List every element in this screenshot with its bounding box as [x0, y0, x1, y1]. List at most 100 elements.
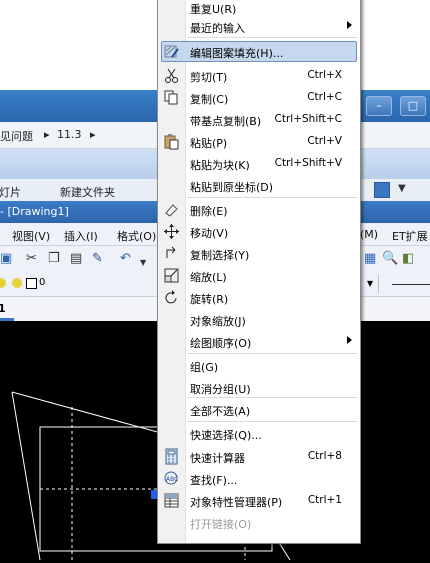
find-abc-icon: ABC: [163, 470, 180, 487]
copy-selection-icon: [163, 245, 180, 262]
context-menu-item[interactable]: 最近的输入: [159, 16, 359, 37]
context-menu-item[interactable]: 快速选择(Q)...: [159, 423, 359, 444]
paste-icon[interactable]: ▤: [70, 251, 82, 267]
context-menu-item-label: 重复U(R): [190, 3, 237, 16]
context-menu-item-label: 对象特性管理器(P): [190, 496, 283, 509]
context-menu-item-label: 粘贴(P): [190, 137, 228, 150]
context-menu-item[interactable]: 编辑图案填充(H)...: [159, 41, 359, 62]
divider: [378, 275, 379, 293]
context-menu-item-label: 删除(E): [190, 205, 228, 218]
shortcut-label: Ctrl+Shift+C: [274, 113, 342, 125]
folder-tab[interactable]: 新建文件夹: [60, 184, 115, 200]
app-title: - [Drawing1]: [0, 205, 69, 218]
rotate-icon: [163, 289, 180, 306]
drawing-tab[interactable]: 1: [0, 302, 6, 315]
shortcut-label: Ctrl+C: [307, 91, 342, 103]
context-menu-item[interactable]: 复制选择(Y): [159, 243, 359, 264]
context-menu-item[interactable]: 绘图顺序(O): [159, 331, 359, 352]
cut-icon[interactable]: ✂: [26, 251, 37, 267]
context-menu-item-label: 取消分组(U): [190, 383, 251, 396]
context-menu-item[interactable]: 缩放(L): [159, 265, 359, 286]
chevron-down-icon[interactable]: ▼: [398, 183, 406, 194]
layer-on-icon[interactable]: [0, 278, 6, 288]
shortcut-label: Ctrl+8: [307, 450, 342, 462]
context-menu-item: 打开链接(O): [159, 512, 359, 533]
menu-insert[interactable]: 插入(I): [64, 228, 98, 244]
menu-format[interactable]: 格式(O): [117, 228, 156, 244]
context-menu-item[interactable]: 粘贴到原坐标(D): [159, 175, 359, 196]
zoom-icon[interactable]: 🔍: [382, 251, 398, 267]
breadcrumb-item[interactable]: 见问题: [0, 128, 33, 144]
match-properties-icon[interactable]: ✎: [92, 251, 103, 267]
context-menu-item-label: 绘图顺序(O): [190, 337, 252, 350]
context-menu-item-label: 带基点复制(B): [190, 115, 262, 128]
context-menu-item[interactable]: 删除(E): [159, 199, 359, 220]
shortcut-label: Ctrl+V: [307, 135, 342, 147]
context-menu-item-label: 复制选择(Y): [190, 249, 250, 262]
context-menu-item-label: 快速选择(Q)...: [190, 429, 262, 442]
layer-name: 0: [39, 277, 46, 288]
zoom-window-icon[interactable]: ◧: [402, 251, 414, 267]
submenu-arrow-icon: [347, 336, 352, 344]
context-menu-item[interactable]: 复制(C) Ctrl+C: [159, 87, 359, 108]
menu-separator: [187, 353, 357, 354]
context-menu-item-label: 全部不选(A): [190, 405, 251, 418]
undo-icon[interactable]: ↶: [120, 251, 131, 267]
context-menu-item-label: 移动(V): [190, 227, 229, 240]
context-menu-item[interactable]: 取消分组(U): [159, 377, 359, 398]
folder-tab[interactable]: 幻灯片: [0, 184, 21, 200]
save-icon[interactable]: ▣: [0, 251, 12, 267]
shortcut-label: Ctrl+X: [307, 69, 342, 81]
context-menu-item[interactable]: 移动(V): [159, 221, 359, 242]
view-icon[interactable]: [374, 182, 390, 198]
submenu-arrow-icon: [347, 21, 352, 29]
svg-text:ABC: ABC: [166, 476, 178, 483]
context-menu-item[interactable]: 对象缩放(J): [159, 309, 359, 330]
chevron-down-icon[interactable]: ▼: [367, 279, 373, 288]
context-menu-item-label: 快速计算器: [190, 452, 245, 465]
context-menu-item[interactable]: 对象特性管理器(P) Ctrl+1: [159, 490, 359, 511]
eraser-icon: [163, 201, 180, 218]
paste-icon: [163, 133, 180, 150]
context-menu-item[interactable]: 快速计算器 Ctrl+8: [159, 446, 359, 467]
context-menu-item[interactable]: 组(G): [159, 355, 359, 376]
maximize-button[interactable]: □: [400, 96, 426, 116]
hatch-edit-icon: [163, 43, 180, 60]
context-menu-item-label: 组(G): [190, 361, 219, 374]
pan-icon[interactable]: ▦: [364, 251, 376, 267]
context-menu-item[interactable]: 带基点复制(B) Ctrl+Shift+C: [159, 109, 359, 130]
menu-modify[interactable]: (M): [360, 228, 378, 241]
context-menu-item-label: 编辑图案填充(H)...: [190, 47, 284, 60]
layer-color-icon[interactable]: [26, 278, 37, 289]
linetype-preview: [392, 284, 430, 285]
context-menu-item-label: 查找(F)...: [190, 474, 238, 487]
copy-icon: [163, 89, 180, 106]
context-menu-item-label: 复制(C): [190, 93, 229, 106]
context-menu-item[interactable]: ABC 查找(F)...: [159, 468, 359, 489]
menu-separator: [187, 197, 357, 198]
context-menu-item[interactable]: 粘贴(P) Ctrl+V: [159, 131, 359, 152]
context-menu-item-label: 缩放(L): [190, 271, 227, 284]
menu-view[interactable]: 视图(V): [12, 228, 50, 244]
layer-freeze-icon[interactable]: [12, 278, 22, 288]
context-menu-item[interactable]: 旋转(R): [159, 287, 359, 308]
copy-icon[interactable]: ❐: [48, 251, 60, 267]
scissors-icon: [163, 67, 180, 84]
context-menu-item-label: 旋转(R): [190, 293, 229, 306]
menu-separator: [187, 37, 357, 38]
calculator-icon: [163, 448, 180, 465]
context-menu-item[interactable]: 粘贴为块(K) Ctrl+Shift+V: [159, 153, 359, 174]
chevron-right-icon: ▸: [90, 128, 96, 141]
move-icon: [163, 223, 180, 240]
chevron-down-icon[interactable]: ▼: [140, 255, 146, 271]
breadcrumb-item[interactable]: 11.3: [57, 128, 82, 141]
shortcut-label: Ctrl+Shift+V: [274, 157, 342, 169]
context-menu-item[interactable]: 剪切(T) Ctrl+X: [159, 65, 359, 86]
context-menu-item-label: 粘贴为块(K): [190, 159, 250, 172]
menu-separator: [187, 421, 357, 422]
context-menu-item-label: 粘贴到原坐标(D): [190, 181, 274, 194]
menu-et-extend[interactable]: ET扩展: [392, 228, 428, 244]
context-menu-item[interactable]: 全部不选(A): [159, 399, 359, 420]
minimize-button[interactable]: –: [366, 96, 392, 116]
scale-icon: [163, 267, 180, 284]
